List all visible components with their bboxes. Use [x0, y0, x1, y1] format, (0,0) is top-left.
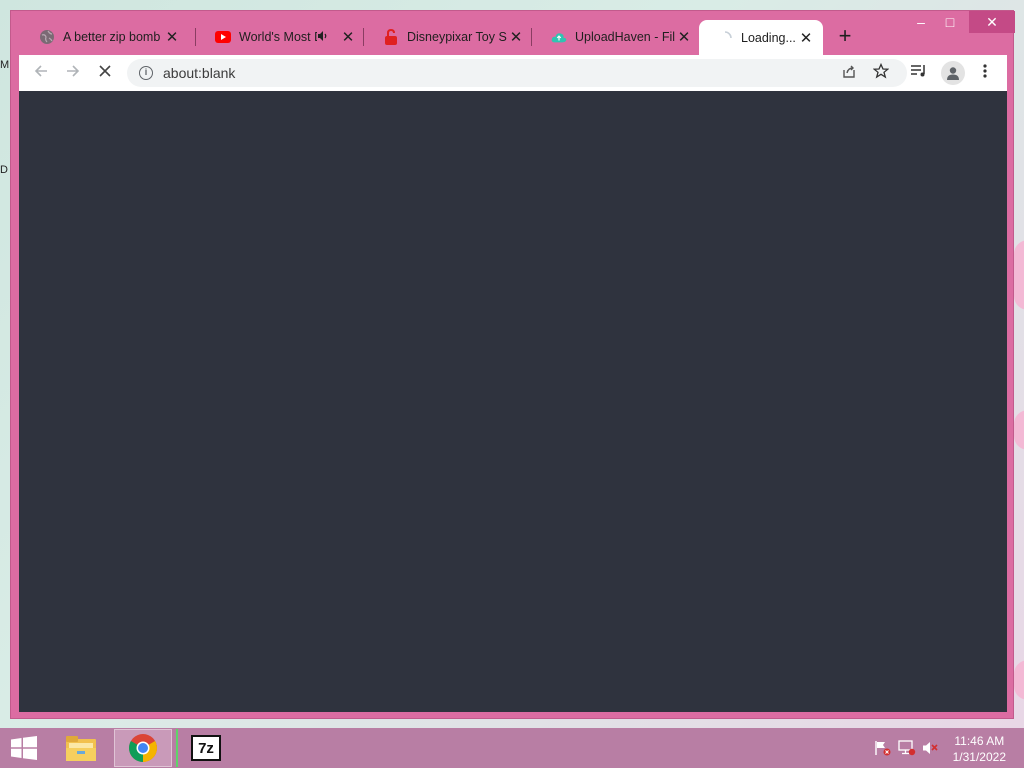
- chrome-icon[interactable]: [114, 729, 172, 767]
- clock-time: 11:46 AM: [954, 734, 1005, 748]
- bookmark-star-icon[interactable]: [871, 62, 891, 83]
- tab-title: Disneypixar Toy Sto: [407, 30, 507, 44]
- tab-title: UploadHaven - File: [575, 30, 675, 44]
- windows-start-icon[interactable]: [0, 728, 48, 768]
- address-bar[interactable]: i about:blank: [127, 59, 907, 87]
- desktop-icon-label-2[interactable]: D: [0, 164, 10, 176]
- clock-date: 1/31/2022: [952, 750, 1006, 764]
- tab-title: Loading...: [741, 30, 796, 45]
- back-arrow-icon[interactable]: [31, 63, 51, 83]
- system-clock[interactable]: 11:46 AM 1/31/2022: [953, 733, 1006, 765]
- page-content[interactable]: [19, 91, 1007, 712]
- globe-icon: [39, 29, 55, 45]
- close-window-button[interactable]: ✕: [969, 11, 1015, 33]
- new-tab-button[interactable]: +: [833, 25, 857, 49]
- tab-zip-bomb[interactable]: A better zip bomb ✕: [21, 20, 189, 54]
- 7zip-icon[interactable]: 7z: [176, 729, 234, 767]
- speaker-icon[interactable]: [317, 30, 333, 45]
- desktop-wallpaper-decoration: [1014, 240, 1024, 310]
- tab-loading[interactable]: Loading... ✕: [699, 20, 823, 55]
- forward-arrow-icon[interactable]: [63, 63, 83, 83]
- volume-muted-icon[interactable]: [922, 740, 940, 756]
- browser-toolbar: i about:blank: [19, 55, 1007, 91]
- tab-title: World's Most D: [239, 30, 317, 44]
- 7zip-icon-label: 7z: [198, 739, 214, 757]
- tab-close-button[interactable]: ✕: [339, 28, 357, 46]
- tab-close-button[interactable]: ✕: [163, 28, 181, 46]
- share-icon[interactable]: [839, 63, 859, 83]
- lock-red-icon: [383, 29, 399, 45]
- desktop-wallpaper-decoration: [1014, 660, 1024, 700]
- kebab-menu-icon[interactable]: [975, 63, 995, 83]
- action-center-flag-icon[interactable]: [874, 740, 892, 756]
- tab-separator: [531, 28, 532, 46]
- tab-disneypixar[interactable]: Disneypixar Toy Sto ✕: [365, 20, 533, 54]
- taskbar: 7z 11:46 AM 1/31/2022: [0, 728, 1024, 768]
- profile-avatar-icon[interactable]: [941, 61, 965, 85]
- tab-youtube[interactable]: World's Most D ✕: [197, 20, 365, 54]
- cloud-icon: [551, 29, 567, 45]
- stop-loading-icon[interactable]: [95, 63, 115, 83]
- tab-separator: [195, 28, 196, 46]
- tab-close-button[interactable]: ✕: [675, 28, 693, 46]
- tab-title: A better zip bomb: [63, 30, 161, 44]
- tab-separator: [363, 28, 364, 46]
- info-icon[interactable]: i: [139, 66, 153, 80]
- desktop-icon-label-1[interactable]: M: [0, 59, 10, 71]
- network-icon[interactable]: [898, 740, 916, 756]
- tab-uploadhaven[interactable]: UploadHaven - File ✕: [533, 20, 701, 54]
- url-text[interactable]: about:blank: [163, 65, 235, 81]
- spinner-icon: [717, 30, 733, 46]
- desktop-wallpaper-decoration: [1014, 410, 1024, 450]
- minimize-button[interactable]: –: [907, 11, 935, 33]
- media-queue-icon[interactable]: [909, 63, 929, 83]
- maximize-button[interactable]: □: [935, 11, 965, 33]
- tab-close-button[interactable]: ✕: [507, 28, 525, 46]
- tab-close-button[interactable]: ✕: [797, 29, 815, 47]
- file-explorer-icon[interactable]: [52, 729, 110, 767]
- youtube-icon: [215, 29, 231, 45]
- browser-window: – □ ✕ A better zip bomb ✕ World's Most D…: [10, 10, 1015, 719]
